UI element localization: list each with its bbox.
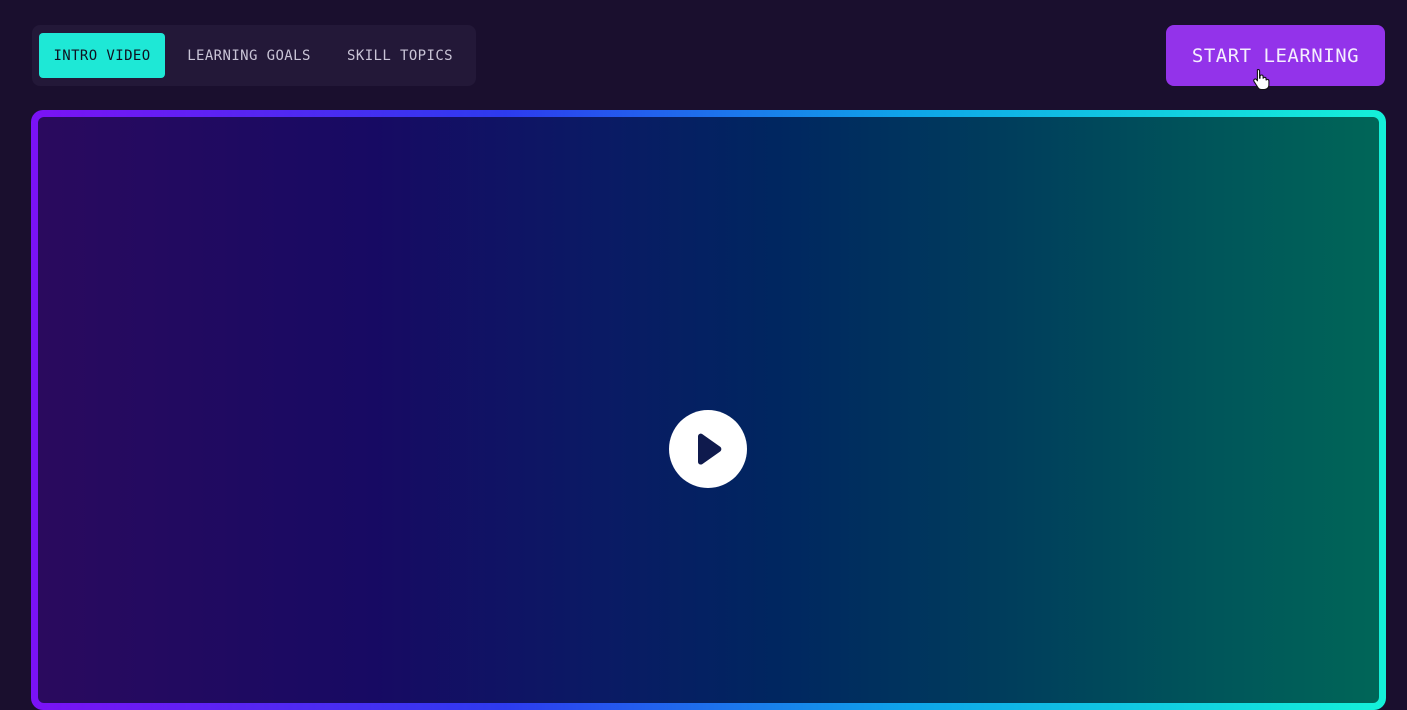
tab-learning-goals[interactable]: LEARNING GOALS [165,33,333,78]
tab-intro-video[interactable]: INTRO VIDEO [39,33,165,78]
start-learning-button[interactable]: START LEARNING [1166,25,1385,86]
play-icon [698,433,722,465]
tab-bar: INTRO VIDEO LEARNING GOALS SKILL TOPICS [32,25,476,86]
video-player[interactable] [38,117,1379,703]
tab-skill-topics[interactable]: SKILL TOPICS [333,33,467,78]
play-button[interactable] [669,410,747,488]
video-frame [31,110,1386,710]
